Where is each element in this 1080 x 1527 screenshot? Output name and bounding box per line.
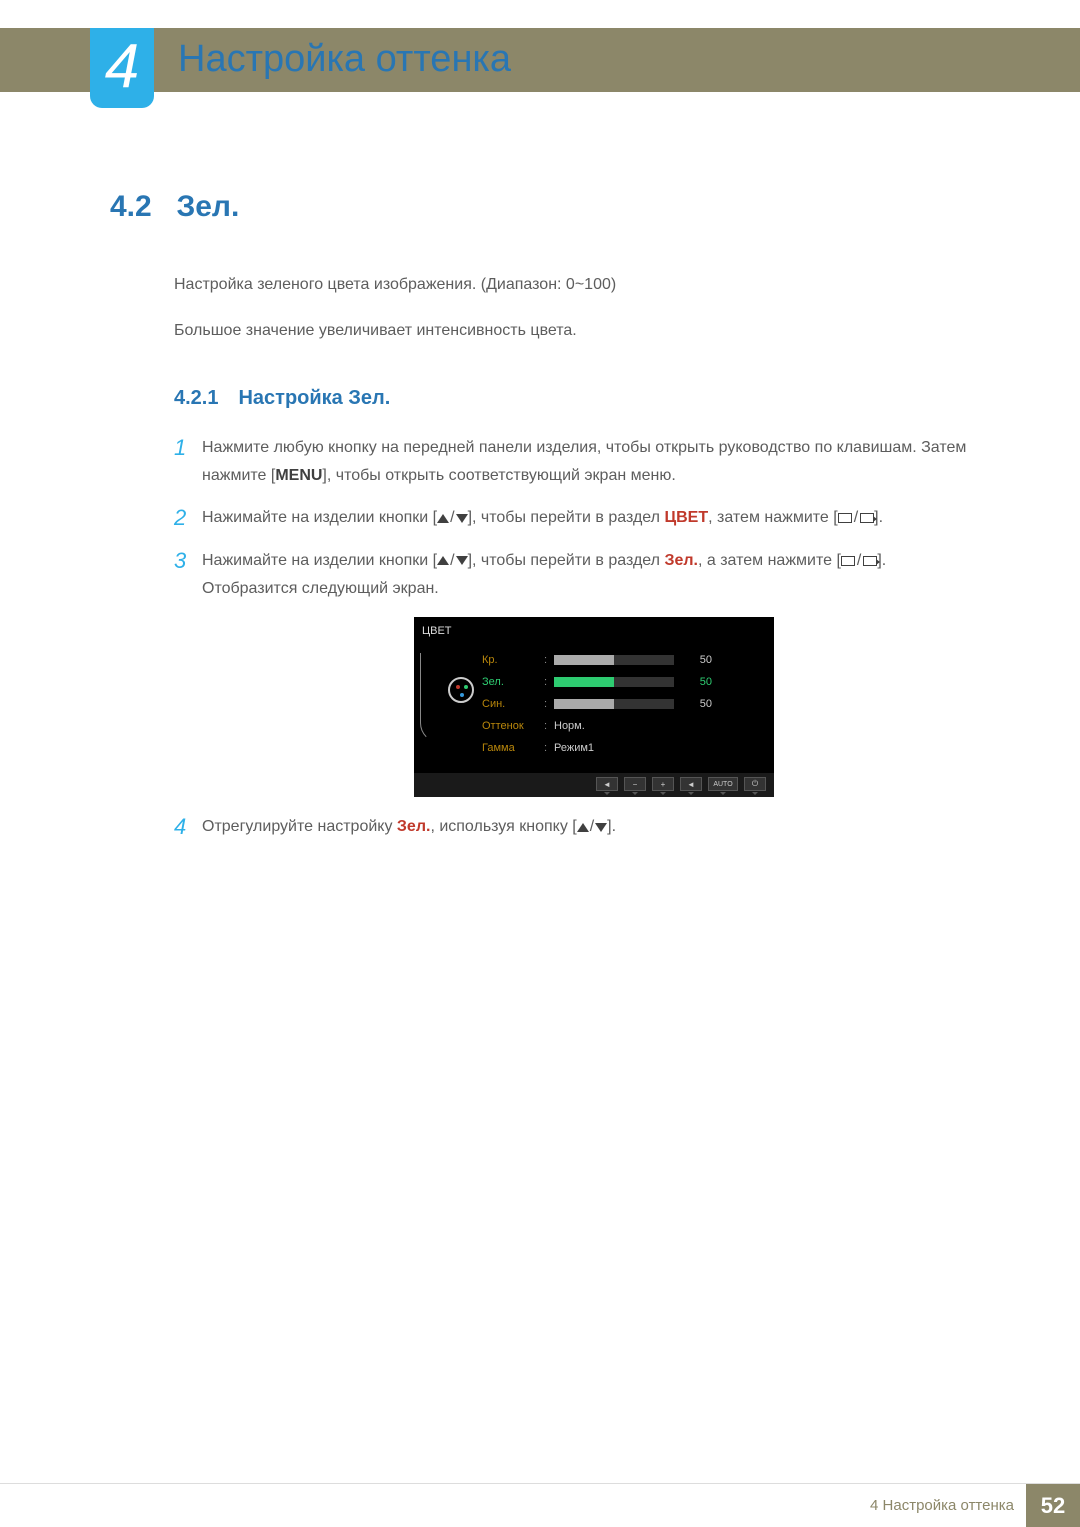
osd-row-label: Кр. [482, 654, 544, 666]
osd-nav-button: ◄ [596, 777, 618, 791]
step-text: , затем нажмите [ [708, 509, 838, 526]
osd-value: 50 [682, 654, 712, 666]
intro-paragraph-2: Большое значение увеличивает интенсивнос… [174, 318, 980, 344]
page-footer: 4 Настройка оттенка 52 [0, 1483, 1080, 1527]
step-text: Нажимайте на изделии кнопки [ [202, 509, 437, 526]
osd-nav-button: ⏻ [744, 777, 766, 791]
osd-slider [554, 677, 674, 687]
step-number: 1 [174, 434, 202, 463]
footer-page-number: 52 [1026, 1484, 1080, 1527]
highlight-color: ЦВЕТ [664, 509, 708, 526]
menu-label: MENU [275, 467, 322, 484]
intro-paragraph-1: Настройка зеленого цвета изображения. (Д… [174, 272, 980, 298]
section-heading: 4.2 Зел. [110, 190, 980, 224]
step-text: , а затем нажмите [ [698, 552, 841, 569]
osd-row-label: Оттенок [482, 720, 544, 732]
osd-nav-button: − [624, 777, 646, 791]
step-3: 3 Нажимайте на изделии кнопки [ / ], что… [174, 547, 980, 603]
osd-value: 50 [682, 698, 712, 710]
osd-nav-button: ◄ [680, 777, 702, 791]
osd-curve-decoration [420, 653, 440, 743]
step-body: Нажмите любую кнопку на передней панели … [202, 434, 980, 490]
section-number: 4.2 [110, 190, 172, 224]
step-text: ], чтобы перейти в раздел [468, 552, 665, 569]
osd-text-value: Режим1 [554, 742, 594, 754]
osd-row: Син.: 50 [482, 693, 764, 715]
step-number: 3 [174, 547, 202, 576]
osd-row-label: Син. [482, 698, 544, 710]
step-text: Отрегулируйте настройку [202, 818, 397, 835]
osd-row-label: Зел. [482, 676, 544, 688]
enter-icon: / [841, 547, 877, 575]
osd-row: Кр.: 50 [482, 649, 764, 671]
osd-nav-button: AUTO [708, 777, 738, 791]
chapter-title: Настройка оттенка [178, 38, 511, 81]
osd-colon: : [544, 676, 554, 688]
section-title: Зел. [176, 190, 239, 223]
step-2: 2 Нажимайте на изделии кнопки [ / ], что… [174, 504, 980, 533]
step-list: 1 Нажмите любую кнопку на передней панел… [174, 434, 980, 841]
osd-rows: Кр.:50Зел.:50Син.:50Оттенок:Норм.Гамма:Р… [482, 649, 764, 759]
up-down-icon: / [577, 813, 607, 841]
osd-colon: : [544, 654, 554, 666]
step-text: ]. [607, 818, 616, 835]
step-text: ], чтобы открыть соответствующий экран м… [322, 467, 675, 484]
step-text: ], чтобы перейти в раздел [468, 509, 665, 526]
step-body: Нажимайте на изделии кнопки [ / ], чтобы… [202, 504, 980, 532]
osd-colon: : [544, 720, 554, 732]
osd-body: Кр.:50Зел.:50Син.:50Оттенок:Норм.Гамма:Р… [414, 643, 774, 773]
osd-row-label: Гамма [482, 742, 544, 754]
osd-row: Зел.: 50 [482, 671, 764, 693]
step-body: Отрегулируйте настройку Зел., используя … [202, 813, 980, 841]
up-down-icon: / [437, 547, 467, 575]
subsection-title: Настройка Зел. [238, 387, 390, 409]
osd-text-value: Норм. [554, 720, 585, 732]
step-body: Нажимайте на изделии кнопки [ / ], чтобы… [202, 547, 980, 603]
step-1: 1 Нажмите любую кнопку на передней панел… [174, 434, 980, 490]
highlight-green: Зел. [397, 818, 431, 835]
up-down-icon: / [437, 504, 467, 532]
osd-button-bar: ◄−+◄AUTO⏻ [414, 773, 774, 797]
step-4: 4 Отрегулируйте настройку Зел., использу… [174, 813, 980, 842]
osd-screenshot: ЦВЕТ Кр.:50Зел.:50Син.:50Оттенок:Норм.Га… [414, 617, 774, 797]
osd-colon: : [544, 742, 554, 754]
header-band [0, 28, 1080, 92]
enter-icon: / [838, 504, 874, 532]
osd-title: ЦВЕТ [414, 621, 774, 643]
page-content: 4.2 Зел. Настройка зеленого цвета изобра… [110, 190, 980, 856]
highlight-green: Зел. [664, 552, 698, 569]
step-number: 2 [174, 504, 202, 533]
subsection-number: 4.2.1 [174, 387, 234, 410]
osd-slider [554, 699, 674, 709]
osd-value: 50 [682, 676, 712, 688]
osd-colon: : [544, 698, 554, 710]
footer-chapter-label: 4 Настройка оттенка [870, 1497, 1026, 1514]
subsection-heading: 4.2.1 Настройка Зел. [174, 387, 980, 410]
osd-row: Гамма:Режим1 [482, 737, 764, 759]
step-text: Нажимайте на изделии кнопки [ [202, 552, 437, 569]
osd-row: Оттенок:Норм. [482, 715, 764, 737]
step-number: 4 [174, 813, 202, 842]
osd-slider [554, 655, 674, 665]
step-text: , используя кнопку [ [430, 818, 576, 835]
palette-icon [448, 677, 474, 703]
osd-nav-button: + [652, 777, 674, 791]
chapter-number-badge: 4 [90, 28, 154, 108]
